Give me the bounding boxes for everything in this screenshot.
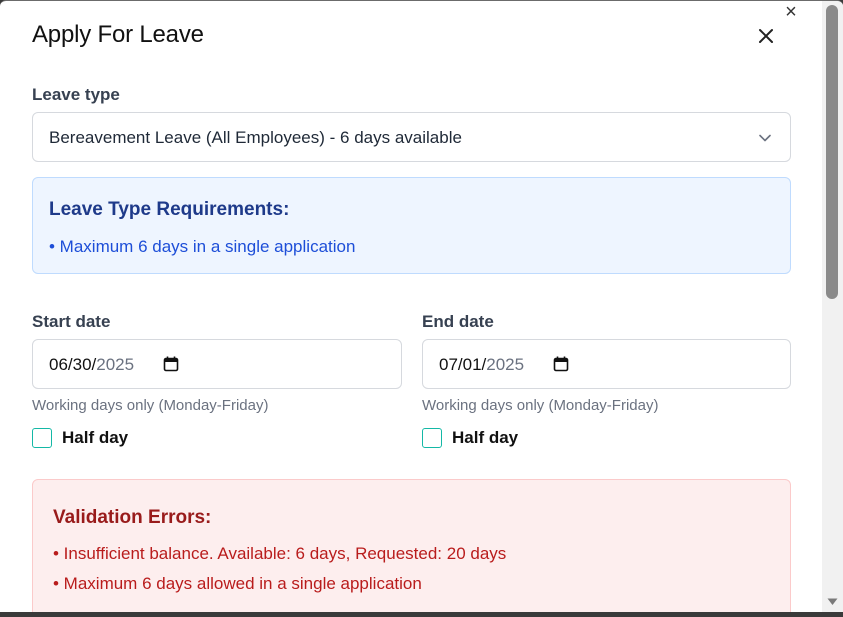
leave-type-label: Leave type [32,85,120,104]
start-date-input[interactable]: 06/30/2025 [32,339,402,389]
dialog-title: Apply For Leave [32,21,204,48]
scroll-down-arrow-icon[interactable] [826,595,839,608]
close-icon[interactable] [755,25,777,47]
validation-errors-title: Validation Errors: [53,507,212,528]
requirements-title: Leave Type Requirements: [49,199,290,220]
half-day-label: Half day [452,428,519,447]
start-date-month-day: 06/30/ [49,355,97,374]
validation-errors-panel: Validation Errors: • Insufficient balanc… [32,479,791,612]
start-date-hint: Working days only (Monday-Friday) [32,397,269,414]
start-date-value: 06/30/2025 [49,355,134,375]
scrollbar[interactable] [822,1,843,612]
calendar-icon[interactable] [163,356,179,372]
half-day-label: Half day [62,428,129,447]
end-date-label: End date [422,312,494,331]
end-date-value: 07/01/2025 [439,355,524,375]
start-date-year: 2025 [96,355,135,374]
validation-error-item: • Insufficient balance. Available: 6 day… [53,544,507,563]
end-date-year: 2025 [486,355,525,374]
chevron-down-icon [758,131,772,145]
end-date-month-day: 07/01/ [439,355,487,374]
validation-error-item: • Maximum 6 days allowed in a single app… [53,574,422,593]
calendar-icon[interactable] [553,356,569,372]
apply-leave-dialog: × Apply For Leave Leave type Bereavement… [0,0,843,612]
requirement-item: • Maximum 6 days in a single application [49,237,356,256]
leave-type-selected-value: Bereavement Leave (All Employees) - 6 da… [49,128,462,147]
end-date-hint: Working days only (Monday-Friday) [422,397,659,414]
checkbox-box[interactable] [32,428,52,448]
end-date-input[interactable]: 07/01/2025 [422,339,791,389]
start-date-label: Start date [32,312,111,331]
outer-close-icon[interactable]: × [781,2,801,23]
scrollbar-thumb[interactable] [826,5,838,299]
leave-type-select[interactable]: Bereavement Leave (All Employees) - 6 da… [32,112,791,162]
checkbox-box[interactable] [422,428,442,448]
leave-requirements-panel: Leave Type Requirements: • Maximum 6 day… [32,177,791,274]
